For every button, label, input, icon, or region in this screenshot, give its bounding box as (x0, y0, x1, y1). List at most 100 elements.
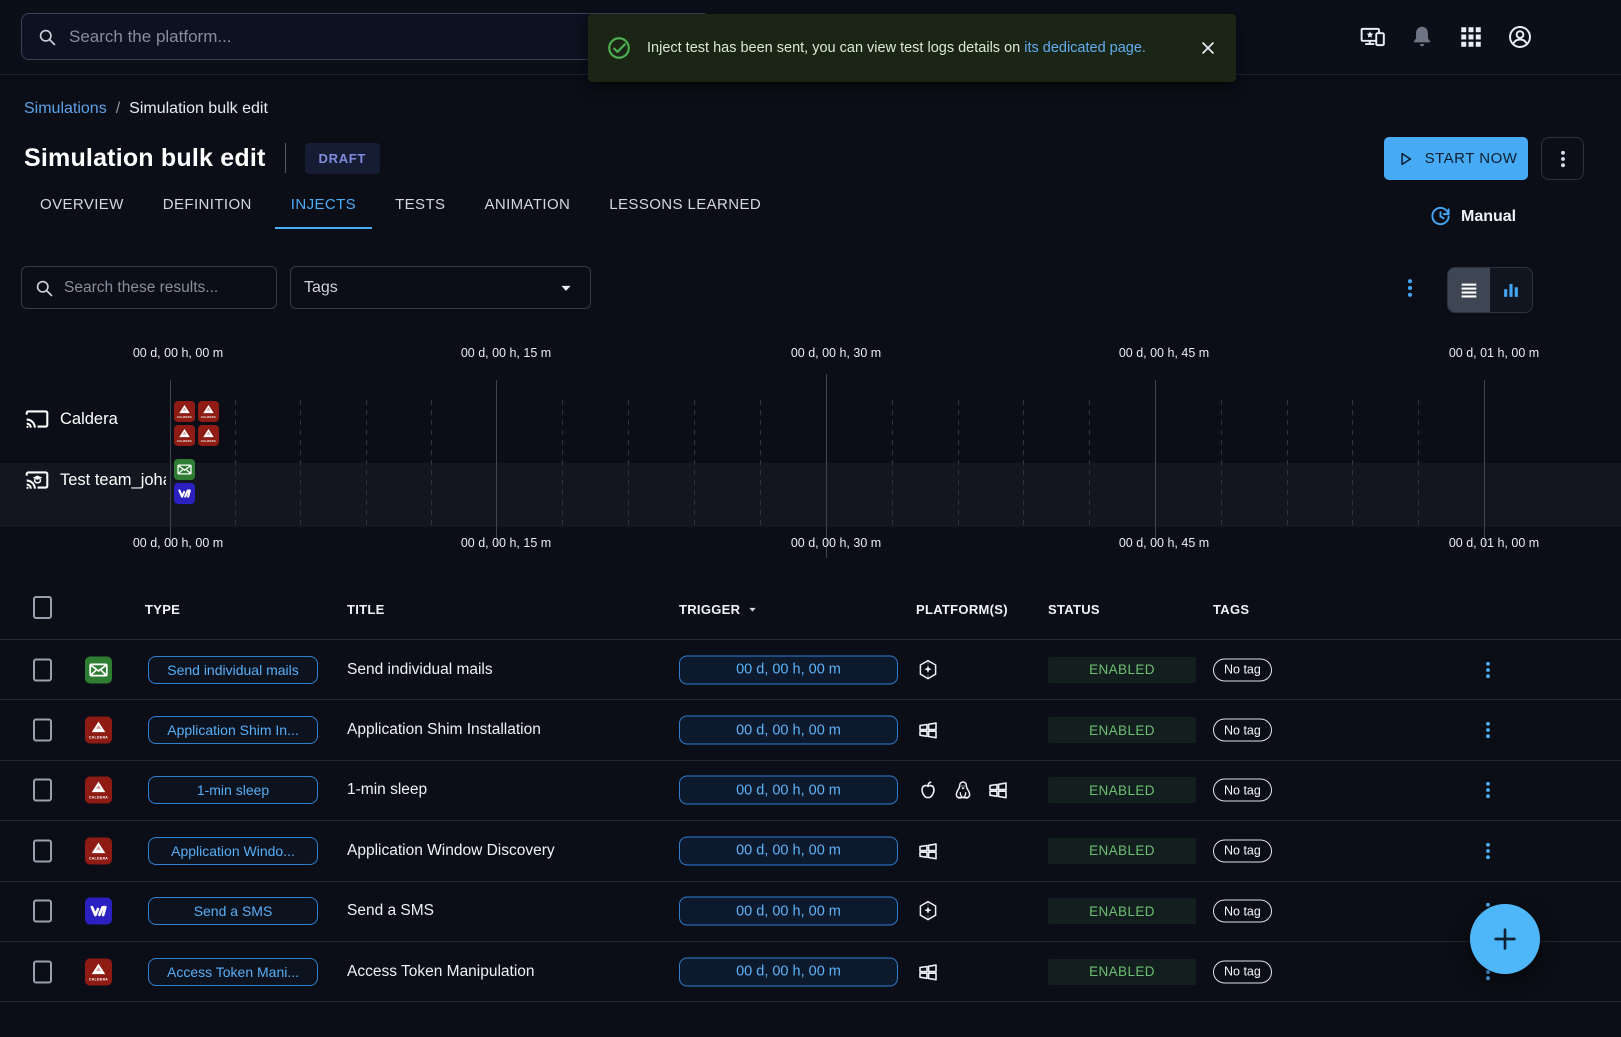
table-row: CALDERA1-min sleep1-min sleep00 d, 00 h,… (0, 761, 1621, 821)
filters-more-button[interactable] (1398, 276, 1422, 300)
caldera-icon[interactable]: CALDERA (198, 425, 219, 446)
caldera-icon: CALDERA (85, 717, 112, 744)
page-more-button[interactable] (1541, 137, 1584, 180)
breadcrumb-separator: / (116, 100, 120, 118)
view-toggle-list[interactable] (1448, 268, 1490, 312)
trigger-chip[interactable]: 00 d, 00 h, 00 m (679, 957, 898, 986)
trigger-chip[interactable]: 00 d, 00 h, 00 m (679, 836, 898, 865)
platform-icons (916, 658, 940, 682)
trigger-chip[interactable]: 00 d, 00 h, 00 m (679, 897, 898, 926)
timeline-axis-label: 00 d, 01 h, 00 m (1449, 346, 1539, 360)
table-row: CALDERAApplication Shim In...Application… (0, 700, 1621, 760)
svg-text:CALDERA: CALDERA (177, 415, 192, 419)
results-search-input[interactable] (64, 279, 264, 297)
account-icon[interactable] (1507, 24, 1533, 50)
column-header-type[interactable]: TYPE (145, 602, 180, 617)
row-checkbox[interactable] (33, 960, 52, 983)
windows-icon (916, 839, 940, 863)
view-toggle-chart[interactable] (1490, 268, 1532, 312)
inject-type-chip[interactable]: Access Token Mani... (148, 958, 318, 986)
toast-notification: Inject test has been sent, you can view … (588, 14, 1236, 82)
timeline-gridline-minor (694, 400, 695, 527)
cast-icon (24, 406, 50, 432)
tab-definition[interactable]: DEFINITION (163, 196, 252, 229)
email-icon[interactable] (174, 459, 195, 480)
tab-animation[interactable]: ANIMATION (484, 196, 570, 229)
timeline-axis-label: 00 d, 00 h, 00 m (133, 346, 223, 360)
breadcrumb-simulations-link[interactable]: Simulations (24, 100, 107, 118)
row-checkbox[interactable] (33, 779, 52, 802)
kebab-icon[interactable] (1477, 719, 1499, 741)
table-row: CALDERAAccess Token Mani...Access Token … (0, 942, 1621, 1002)
tab-tests[interactable]: TESTS (395, 196, 445, 229)
title-divider (285, 143, 286, 173)
platform-icons (916, 960, 940, 984)
column-label: TITLE (347, 602, 385, 617)
sort-desc-icon (747, 604, 758, 615)
tab-injects[interactable]: INJECTS (291, 196, 356, 229)
devices-star-icon[interactable] (1360, 24, 1386, 50)
tags-select[interactable]: Tags (290, 266, 591, 309)
row-checkbox[interactable] (33, 839, 52, 862)
kebab-icon[interactable] (1477, 659, 1499, 681)
tags-select-label: Tags (304, 279, 338, 297)
timeline-axis-label: 00 d, 00 h, 15 m (461, 346, 551, 360)
column-header-title[interactable]: TITLE (347, 602, 385, 617)
inject-type-chip[interactable]: Send individual mails (148, 656, 318, 684)
results-search[interactable] (21, 266, 277, 309)
timeline-gridline (826, 374, 827, 558)
inject-type-chip[interactable]: 1-min sleep (148, 776, 318, 804)
trigger-chip[interactable]: 00 d, 00 h, 00 m (679, 776, 898, 805)
timeline-row-label: Caldera (24, 406, 166, 432)
tab-label: LESSONS LEARNED (609, 196, 761, 213)
kebab-icon[interactable] (1477, 840, 1499, 862)
select-all-checkbox[interactable] (33, 596, 52, 619)
apps-grid-icon[interactable] (1458, 24, 1484, 50)
tag-chip: No tag (1213, 900, 1272, 923)
column-header-tags[interactable]: TAGS (1213, 602, 1249, 617)
timeline-gridline-minor (431, 400, 432, 527)
trigger-chip[interactable]: 00 d, 00 h, 00 m (679, 655, 898, 684)
tab-lessons-learned[interactable]: LESSONS LEARNED (609, 196, 761, 229)
start-now-button[interactable]: START NOW (1384, 137, 1528, 180)
close-icon[interactable] (1198, 38, 1218, 58)
tab-label: ANIMATION (484, 196, 570, 213)
table-header: TYPE TITLE TRIGGER PLATFORM(S) STATUS TAGS (0, 578, 1621, 640)
column-header-trigger[interactable]: TRIGGER (679, 602, 758, 617)
sms-icon[interactable] (174, 483, 195, 504)
row-checkbox[interactable] (33, 719, 52, 742)
timeline-gridline-minor (628, 400, 629, 527)
timeline-gridline-minor (760, 400, 761, 527)
inject-type-chip[interactable]: Send a SMS (148, 897, 318, 925)
inject-type-chip[interactable]: Application Windo... (148, 837, 318, 865)
column-header-platform-s-[interactable]: PLATFORM(S) (916, 602, 1008, 617)
page-header: Simulation bulk edit DRAFT (24, 136, 380, 180)
timeline-gridline (496, 380, 497, 547)
timeline-gridline-minor (562, 400, 563, 527)
timeline-axis-label: 00 d, 00 h, 30 m (791, 536, 881, 550)
email-icon (85, 656, 112, 683)
injects-timeline: 00 d, 00 h, 00 m00 d, 00 h, 00 m00 d, 00… (0, 340, 1621, 572)
caldera-icon[interactable]: CALDERA (174, 401, 195, 422)
tab-overview[interactable]: OVERVIEW (40, 196, 124, 229)
timeline-gridline-minor (366, 400, 367, 527)
add-inject-fab[interactable] (1470, 904, 1540, 974)
svg-text:CALDERA: CALDERA (89, 856, 108, 860)
search-icon (37, 27, 57, 47)
internal-icon (916, 899, 940, 923)
caldera-icon[interactable]: CALDERA (174, 425, 195, 446)
caldera-icon[interactable]: CALDERA (198, 401, 219, 422)
column-header-status[interactable]: STATUS (1048, 602, 1100, 617)
trigger-chip[interactable]: 00 d, 00 h, 00 m (679, 716, 898, 745)
kebab-icon[interactable] (1477, 779, 1499, 801)
timeline-gridline-minor (958, 400, 959, 527)
row-checkbox[interactable] (33, 658, 52, 681)
inject-type-chip[interactable]: Application Shim In... (148, 716, 318, 744)
toast-link[interactable]: its dedicated page. (1024, 40, 1146, 56)
inject-title: Send individual mails (347, 661, 493, 679)
row-checkbox[interactable] (33, 900, 52, 923)
timeline-row-band (0, 463, 1621, 527)
notifications-icon[interactable] (1409, 24, 1435, 50)
timeline-axis-label: 00 d, 00 h, 45 m (1119, 346, 1209, 360)
timeline-gridline (170, 380, 171, 547)
